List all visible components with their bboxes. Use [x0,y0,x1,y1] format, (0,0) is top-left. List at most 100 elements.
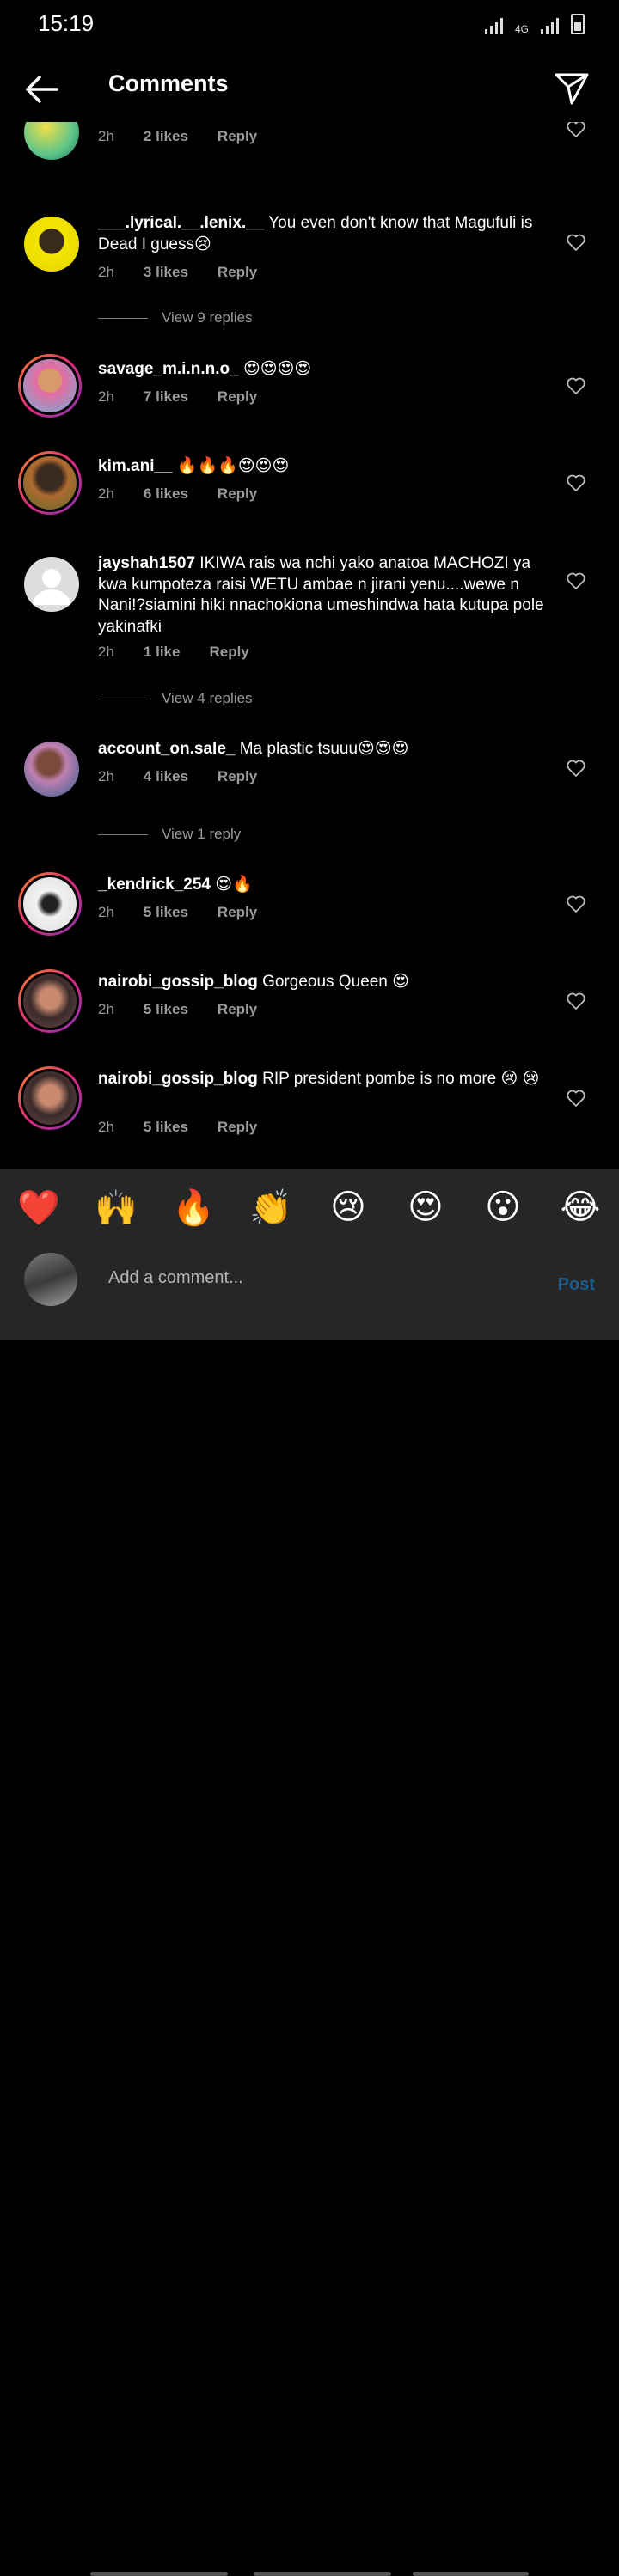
avatar[interactable] [24,217,79,272]
comment-meta: 2h 2 likes Reply [98,128,286,145]
comment-username[interactable]: _kendrick_254 [98,876,211,894]
my-avatar [24,1253,77,1306]
comment-item: kim.ani__ 🔥🔥🔥😍😍😍 2h 6 likes Reply [0,451,619,528]
reply-button[interactable]: Reply [218,128,257,145]
comment-composer: Add a comment... Post [0,1246,619,2576]
reply-button[interactable]: Reply [209,644,248,661]
heart-emoji-icon[interactable]: ❤️ [13,1187,64,1228]
comment-meta: 2h 4 likes Reply [98,768,286,785]
comment-likes[interactable]: 6 likes [144,485,188,503]
comment-time: 2h [98,128,114,144]
comment-likes[interactable]: 7 likes [144,388,188,406]
comment-text: account_on.sale_ Ma plastic tsuuu😍😍😍 [98,739,554,760]
comment-username[interactable]: savage_m.i.n.n.o_ [98,360,239,378]
comment-likes[interactable]: 4 likes [144,768,188,785]
avatar[interactable] [24,742,79,797]
comment-time: 2h [98,1001,114,1017]
view-replies-link[interactable]: View 4 replies [98,690,253,707]
comment-body: Ma plastic tsuuu😍😍😍 [235,740,409,758]
comment-body: RIP president pombe is no more 😢 😢 [257,1070,540,1088]
nav-hint [254,2572,391,2576]
comment-username[interactable]: jayshah1507 [98,554,195,572]
page-title: Comments [108,70,229,96]
comment-time: 2h [98,264,114,280]
comment-body: 🔥🔥🔥😍😍😍 [172,457,290,475]
reply-button[interactable]: Reply [218,485,257,503]
comment-time: 2h [98,768,114,784]
comment-likes[interactable]: 3 likes [144,264,188,281]
comment-time: 2h [98,388,114,405]
reply-button[interactable]: Reply [218,904,257,921]
comment-likes[interactable]: 2 likes [144,128,188,145]
comment-username[interactable]: nairobi_gossip_blog [98,973,258,991]
avatar[interactable] [18,451,82,515]
comment-username[interactable]: ___.lyrical.__.lenix.__ [98,214,264,232]
heart-icon[interactable] [566,991,586,1011]
reply-button[interactable]: Reply [218,1001,257,1018]
comment-likes[interactable]: 5 likes [144,1001,188,1018]
status-icons: 4G [484,14,585,34]
comment-time: 2h [98,485,114,502]
battery-icon [571,14,585,34]
comment-item: nairobi_gossip_blog RIP president pombe … [0,1066,619,1161]
comment-likes[interactable]: 1 like [144,644,181,661]
clapping-emoji-icon[interactable]: 👏 [245,1187,297,1228]
comment-item: ___.lyrical.__.lenix.__ You even don't k… [0,213,619,309]
reply-button[interactable]: Reply [218,768,257,785]
comment-username[interactable]: kim.ani__ [98,457,173,475]
comment-partial: 2h 2 likes Reply [0,122,619,174]
comment-text: ___.lyrical.__.lenix.__ You even don't k… [98,213,554,255]
view-replies-link[interactable]: View 1 reply [98,826,241,843]
comment-text: kim.ani__ 🔥🔥🔥😍😍😍 [98,456,554,478]
heart-icon[interactable] [566,375,586,396]
reply-button[interactable]: Reply [218,264,257,281]
heart-eyes-emoji-icon[interactable]: 😍 [400,1187,451,1227]
avatar[interactable] [18,969,82,1033]
default-avatar-icon[interactable] [24,557,79,612]
comment-meta: 2h 3 likes Reply [98,264,286,281]
comment-likes[interactable]: 5 likes [144,904,188,921]
comment-text: jayshah1507 IKIWA rais wa nchi yako anat… [98,553,554,638]
comment-username[interactable]: account_on.sale_ [98,740,235,758]
avatar[interactable] [24,122,79,160]
comment-body: Gorgeous Queen 😍 [257,973,409,991]
status-bar: 15:19 4G [0,0,619,48]
comment-time: 2h [98,904,114,920]
laughing-emoji-icon[interactable]: 😂 [555,1187,606,1227]
crying-emoji-icon[interactable]: 😢 [322,1187,374,1227]
comment-meta: 2h 5 likes Reply [98,1001,286,1018]
view-replies-label: View 1 reply [162,826,242,842]
send-direct-icon[interactable] [554,70,590,107]
surprised-emoji-icon[interactable]: 😮 [477,1187,529,1227]
comment-likes[interactable]: 5 likes [144,1119,188,1136]
comment-username[interactable]: nairobi_gossip_blog [98,1070,258,1088]
heart-icon[interactable] [566,758,586,778]
post-button[interactable]: Post [558,1275,595,1295]
heart-icon[interactable] [566,232,586,253]
comment-body: 😍🔥 [211,876,253,894]
heart-icon[interactable] [566,1088,586,1108]
heart-icon[interactable] [566,473,586,493]
nav-hint [90,2572,228,2576]
raised-hands-emoji-icon[interactable]: 🙌 [90,1187,142,1228]
comment-meta: 2h 6 likes Reply [98,485,286,503]
heart-icon[interactable] [566,894,586,914]
comment-input[interactable]: Add a comment... [108,1268,243,1288]
view-replies-label: View 4 replies [162,690,253,706]
reply-button[interactable]: Reply [218,1119,257,1136]
heart-icon[interactable] [566,122,586,139]
avatar[interactable] [18,872,82,936]
view-replies-label: View 9 replies [162,309,253,326]
back-arrow-icon[interactable] [22,72,60,107]
reply-button[interactable]: Reply [218,388,257,406]
comment-text: nairobi_gossip_blog Gorgeous Queen 😍 [98,972,554,993]
view-replies-link[interactable]: View 9 replies [98,309,253,327]
status-time: 15:19 [38,10,95,36]
avatar[interactable] [18,354,82,418]
heart-icon[interactable] [566,571,586,591]
comment-item: _kendrick_254 😍🔥 2h 5 likes Reply [0,872,619,949]
fire-emoji-icon[interactable]: 🔥 [168,1187,219,1228]
avatar[interactable] [18,1066,82,1130]
comment-time: 2h [98,1119,114,1135]
comments-list[interactable]: 2h 2 likes Reply ___.lyrical.__.lenix.__… [0,122,619,1169]
